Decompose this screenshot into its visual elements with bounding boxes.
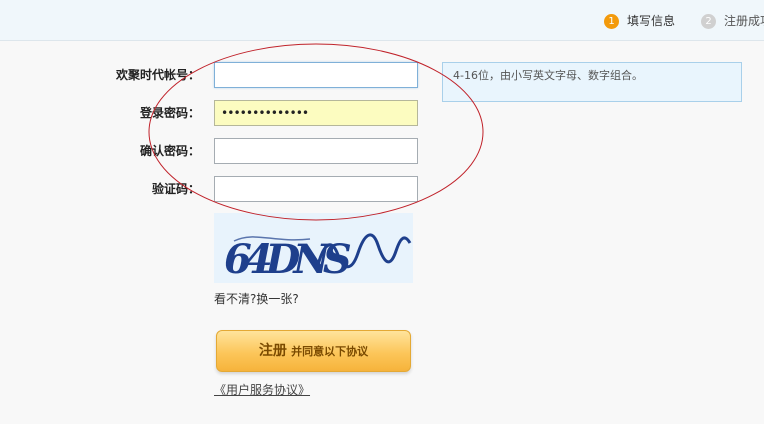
captcha-label: 验证码： <box>151 182 200 196</box>
step-fill-info: 1 填写信息 <box>604 13 675 29</box>
captcha-graphic: 64DNS <box>224 233 412 283</box>
register-button[interactable]: 注册 并同意以下协议 <box>216 330 411 372</box>
step-register-success: 2 注册成功 <box>701 13 764 29</box>
password-label: 登录密码： <box>139 106 200 120</box>
step-number-badge: 2 <box>701 14 716 29</box>
register-button-main: 注册 <box>258 343 287 359</box>
account-hint-box: 4-16位，由小写英文字母、数字组合。 <box>442 62 742 102</box>
step-label: 填写信息 <box>627 14 676 28</box>
confirm-password-input[interactable] <box>214 138 418 164</box>
captcha-image[interactable]: 64DNS <box>214 213 413 283</box>
captcha-input[interactable] <box>214 176 418 202</box>
step-label: 注册成功 <box>724 14 764 28</box>
register-button-sub: 并同意以下协议 <box>291 345 369 358</box>
account-input[interactable] <box>214 62 418 88</box>
account-label: 欢聚时代帐号： <box>115 68 200 82</box>
password-input[interactable]: •••••••••••••• <box>214 100 418 126</box>
top-bar: 1 填写信息 2 注册成功 <box>0 0 764 41</box>
captcha-characters: 64DNS <box>224 236 351 283</box>
captcha-refresh-prefix: 看不清? <box>214 292 257 306</box>
user-agreement-link[interactable]: 《用户服务协议》 <box>214 381 310 398</box>
captcha-refresh: 看不清?换一张? <box>214 290 299 307</box>
account-hint-text: 4-16位，由小写英文字母、数字组合。 <box>453 69 643 82</box>
step-number-badge: 1 <box>604 14 619 29</box>
password-mask: •••••••••••••• <box>221 106 309 120</box>
confirm-password-label: 确认密码： <box>139 144 200 158</box>
captcha-refresh-link[interactable]: 换一张? <box>256 292 298 306</box>
